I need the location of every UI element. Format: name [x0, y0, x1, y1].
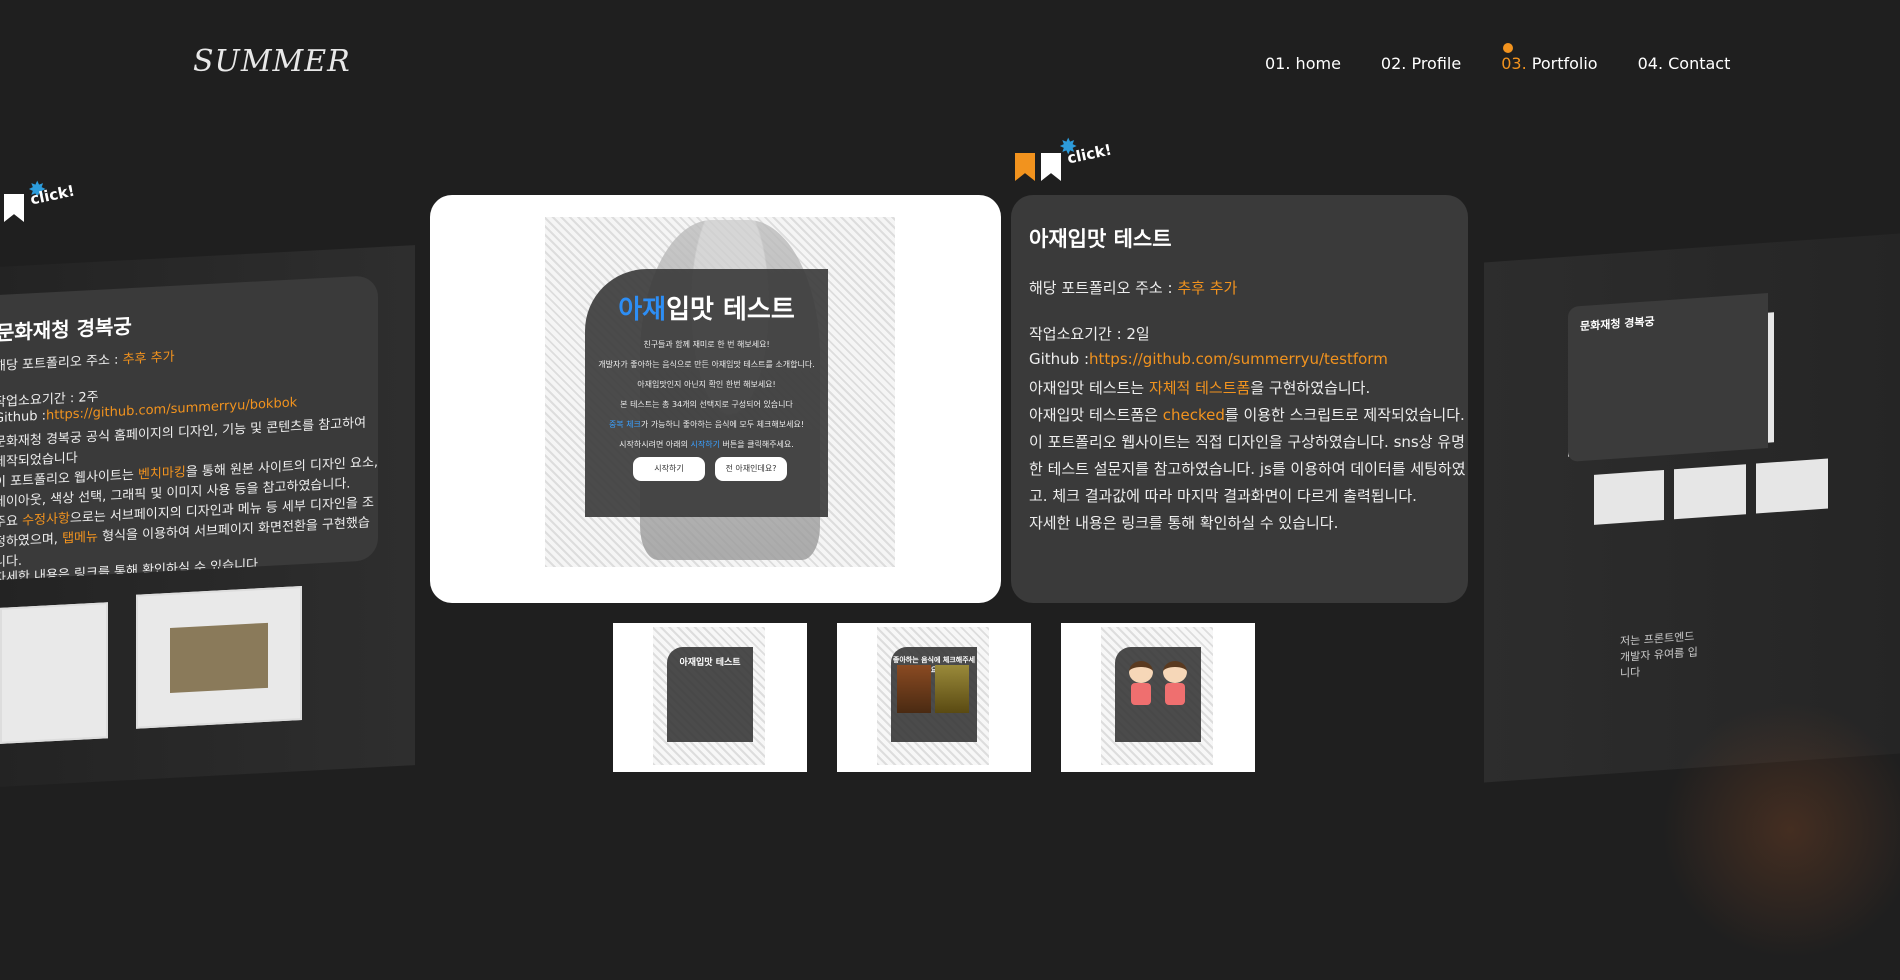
intro-line: 친구들과 함께 재미로 한 번 해보세요!	[643, 340, 770, 349]
thumbnail-3[interactable]	[1061, 623, 1255, 772]
bookmark-icon	[1041, 153, 1061, 181]
main-preview-image[interactable]: 아재입맛 테스트 친구들과 함께 재미로 한 번 해보세요! 개발자가 좋아하는…	[430, 195, 1001, 603]
left-thumbnail[interactable]	[0, 602, 108, 744]
thumb-card: 좋아하는 음식에 체크해주세요	[891, 647, 977, 742]
nav-number: 01.	[1265, 54, 1291, 73]
kid-illustration	[1163, 661, 1187, 709]
logo[interactable]: SUMMER	[193, 44, 351, 79]
nav-label: home	[1295, 54, 1341, 73]
left-thumbnails	[0, 586, 302, 748]
kid-illustration	[1129, 661, 1153, 709]
nav-label: Profile	[1411, 54, 1462, 73]
left-slide-card[interactable]: 문화재청 경복궁 해당 포트폴리오 주소 : 추후 추가 작업소요기간 : 2주…	[0, 275, 378, 580]
already-button[interactable]: 전 아재인데요?	[715, 457, 787, 481]
ambient-glow	[1640, 680, 1900, 980]
project-github[interactable]: Github :https://github.com/summerryu/tes…	[1029, 350, 1388, 368]
intro-line: 아재입맛인지 아닌지 확인 한번 해보세요!	[637, 380, 776, 389]
left-click-badge[interactable]: ✸ click!	[4, 178, 76, 222]
test-title: 아재입맛 테스트	[618, 295, 795, 325]
test-intro-card: 아재입맛 테스트 친구들과 함께 재미로 한 번 해보세요! 개발자가 좋아하는…	[585, 269, 828, 517]
nav-home[interactable]: 01. home	[1265, 54, 1341, 73]
bookmark-icon	[1015, 153, 1035, 181]
intro-line: 본 테스트는 총 34개의 선택지로 구성되어 있습니다	[620, 400, 793, 409]
nav-number: 02.	[1380, 54, 1407, 73]
right-headline: 저는 프론트엔드 개발자 유여름 입니다	[1620, 629, 1698, 681]
project-desc: 아재입맛 테스트는 자체적 테스트폼을 구현하였습니다.	[1029, 379, 1371, 397]
nav-number: 03.	[1501, 54, 1527, 73]
nav-contact[interactable]: 04. Contact	[1638, 54, 1731, 73]
thumb-card: 아재입맛 테스트	[667, 647, 753, 742]
project-info-card: 아재입맛 테스트 해당 포트폴리오 주소 : 추후 추가 작업소요기간 : 2일…	[1011, 195, 1468, 603]
nav-label: Portfolio	[1531, 54, 1598, 73]
food-image	[897, 665, 931, 713]
project-desc: 자세한 내용은 링크를 통해 확인하실 수 있습니다.	[1029, 514, 1339, 532]
project-desc: 한 테스트 설문지를 참고하였습니다. js를 이용하여 데이터를 세팅하였	[1029, 460, 1466, 478]
project-desc: 아재입맛 테스트폼은 checked를 이용한 스크립트로 제작되었습니다.	[1029, 406, 1465, 424]
right-thumbnail[interactable]	[1594, 469, 1664, 525]
intro-line: 시작하시려면 아래의 시작하기 버튼을 클릭해주세요.	[619, 440, 794, 449]
center-click-badge[interactable]: ✸ click!	[1015, 135, 1113, 181]
bookmark-icon	[4, 194, 24, 222]
food-image	[935, 665, 969, 713]
nav-portfolio[interactable]: 03. Portfolio	[1501, 43, 1598, 73]
intro-line: 중복 체크가 가능하니 좋아하는 음식에 모두 체크해보세요!	[608, 420, 805, 429]
right-slide-card[interactable]: 문화재청 경복궁	[1568, 293, 1768, 462]
left-slide-title: 문화재청 경복궁	[0, 313, 132, 346]
image-placeholder	[170, 622, 268, 693]
active-dot-icon	[1503, 43, 1514, 53]
project-duration: 작업소요기간 : 2일	[1029, 325, 1150, 343]
thumb-card	[1115, 647, 1201, 742]
right-slide-title: 문화재청 경복궁	[1580, 314, 1655, 334]
right-thumbnail[interactable]	[1756, 458, 1828, 514]
main-nav: 01. home 02. Profile 03. Portfolio 04. C…	[1265, 43, 1731, 73]
thumbnail-1[interactable]: 아재입맛 테스트	[613, 623, 807, 772]
left-thumbnail[interactable]	[136, 586, 302, 729]
project-title: 아재입맛 테스트	[1029, 227, 1172, 251]
project-desc: 고. 체크 결과값에 따라 마지막 결과화면이 다르게 출력됩니다.	[1029, 487, 1417, 505]
left-address: 해당 포트폴리오 주소 : 추후 추가	[0, 349, 175, 375]
thumbnail-2[interactable]: 좋아하는 음식에 체크해주세요	[837, 623, 1031, 772]
nav-label: Contact	[1668, 54, 1731, 73]
project-desc: 이 포트폴리오 웹사이트는 직접 디자인을 구상하였습니다. sns상 유명	[1029, 433, 1465, 451]
nav-number: 04.	[1637, 54, 1664, 73]
project-address: 해당 포트폴리오 주소 : 추후 추가	[1029, 279, 1238, 297]
nav-profile[interactable]: 02. Profile	[1381, 54, 1461, 73]
right-thumbnail[interactable]	[1674, 464, 1746, 520]
thumb-title: 아재입맛 테스트	[679, 658, 741, 668]
start-button[interactable]: 시작하기	[633, 457, 705, 481]
intro-line: 개발자가 좋아하는 음식으로 만든 아재입맛 테스트를 소개합니다.	[598, 360, 815, 369]
